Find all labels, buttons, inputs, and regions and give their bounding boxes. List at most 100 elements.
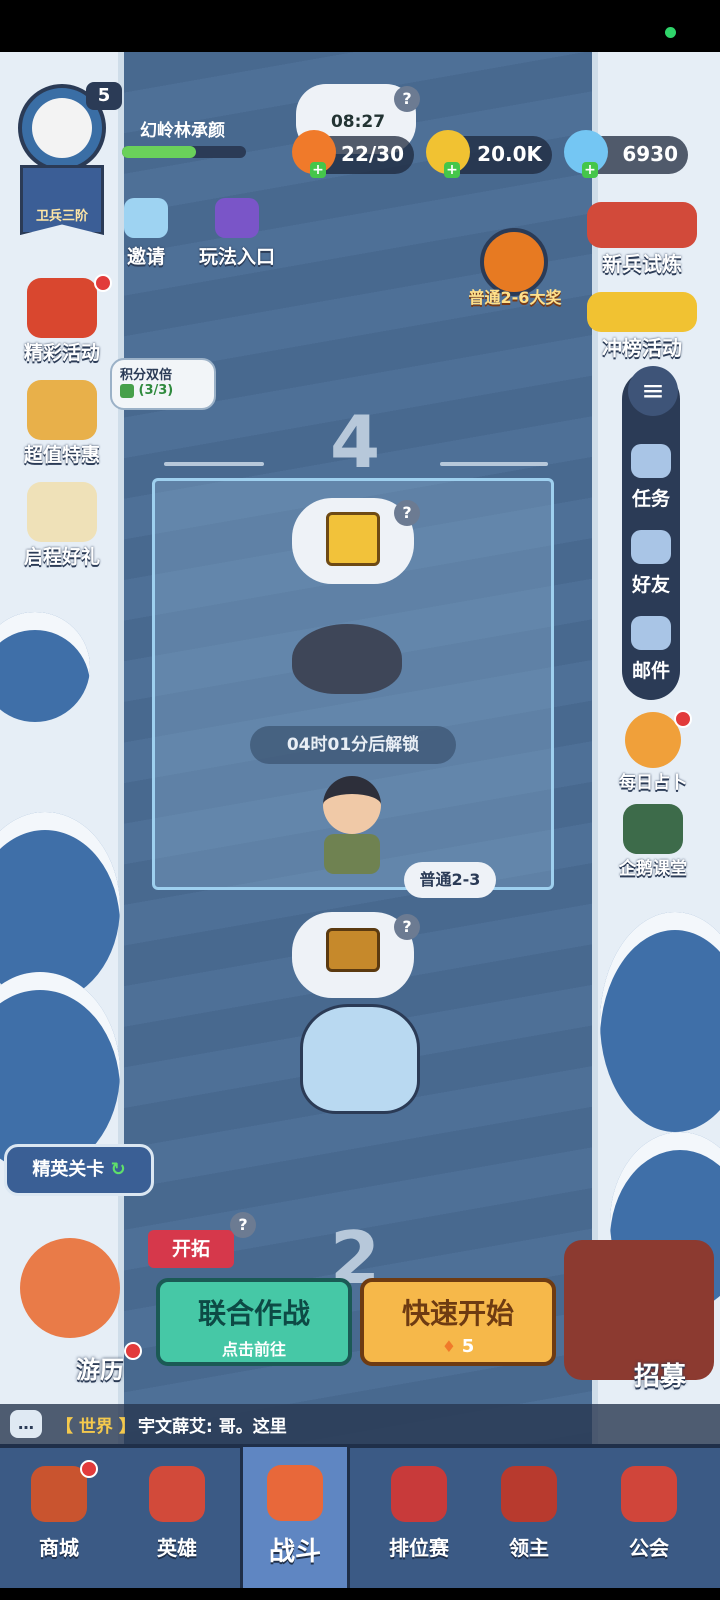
friends-button[interactable]: 好友	[622, 530, 680, 597]
rank-banner[interactable]	[20, 165, 104, 235]
grand-prize-label: 普通2-6大奖	[468, 288, 562, 307]
notification-dot	[80, 1460, 98, 1478]
notification-dot	[124, 1342, 142, 1360]
current-stage-tag: 普通2-3	[404, 862, 496, 898]
nav-battle[interactable]: 战斗	[240, 1444, 350, 1600]
world-chat-bar[interactable]: … 【 世界 】 宇文薛艾: 哥。这里	[0, 1404, 720, 1444]
points-double-bubble[interactable]: 积分双倍 (3/3)	[110, 358, 216, 410]
recruit-trial-button[interactable]: 新兵试炼	[582, 202, 702, 277]
camera-indicator-dot	[665, 27, 676, 38]
stage-number: 4	[329, 400, 381, 484]
recruit-trial-label: 新兵试炼	[602, 252, 682, 276]
stamina-counter[interactable]: + 22/30	[292, 130, 414, 178]
deals-label: 超值特惠	[23, 444, 100, 466]
help-icon[interactable]: ?	[394, 914, 420, 940]
friends-icon	[631, 530, 671, 564]
rank-event-button[interactable]: 冲榜活动	[582, 292, 702, 361]
nav-heroes[interactable]: 英雄	[118, 1448, 236, 1600]
notification-dot	[674, 710, 692, 728]
points-double-title: 积分双倍	[120, 368, 173, 383]
divider	[164, 462, 264, 466]
envelope-icon	[631, 616, 671, 650]
gold-value: 20.0K	[477, 142, 542, 166]
nav-lord[interactable]: 领主	[470, 1448, 588, 1600]
notification-dot	[94, 274, 112, 292]
nav-label: 战斗	[268, 1537, 321, 1567]
help-icon[interactable]: ?	[394, 86, 420, 112]
help-icon[interactable]: ?	[230, 1212, 256, 1238]
mail-button[interactable]: 邮件	[622, 616, 680, 683]
nav-shop[interactable]: 商城	[0, 1448, 118, 1600]
invite-label: 邀请	[126, 246, 165, 268]
events-button[interactable]: 精彩活动	[14, 278, 110, 365]
gold-counter[interactable]: + 20.0K	[426, 130, 552, 178]
menu-icon[interactable]: ≡	[628, 366, 678, 416]
blackboard-icon	[623, 804, 683, 854]
quick-start-cost: 5	[461, 1336, 475, 1357]
lion-balloon-icon[interactable]	[20, 1238, 120, 1338]
starter-gift-button[interactable]: 启程好礼	[14, 482, 110, 569]
events-label: 精彩活动	[23, 342, 100, 364]
coop-battle-button[interactable]: 联合作战 点击前往	[156, 1278, 352, 1366]
gem-value: 6930	[622, 142, 678, 166]
nav-label: 公会	[629, 1536, 669, 1560]
hero-body-icon	[324, 834, 380, 874]
hero-character	[318, 776, 386, 876]
yeti-boss-icon	[300, 1004, 420, 1114]
elite-stage-label: 精英关卡	[32, 1159, 105, 1180]
nav-label: 领主	[509, 1536, 549, 1560]
help-icon[interactable]: ?	[394, 500, 420, 526]
knot-icon	[391, 1466, 447, 1522]
unlock-countdown: 04时01分后解锁	[250, 726, 456, 764]
soldier-portrait-icon	[587, 202, 697, 248]
chat-bubble-icon[interactable]: …	[10, 1410, 42, 1438]
penguin-class-button[interactable]: 企鹅课堂	[606, 804, 700, 879]
coop-subtitle: 点击前往	[221, 1340, 286, 1359]
daily-fortune-label: 每日占卜	[619, 773, 687, 793]
status-bar	[0, 0, 720, 52]
recruit-label: 招募	[633, 1362, 686, 1392]
nav-label: 英雄	[157, 1536, 197, 1560]
checklist-icon	[631, 444, 671, 478]
drum-gift-icon	[27, 380, 97, 440]
add-icon[interactable]: +	[444, 162, 460, 178]
chat-message: 宇文薛艾: 哥。这里	[138, 1417, 287, 1437]
add-icon[interactable]: +	[310, 162, 326, 178]
gameplay-entry-button[interactable]: 玩法入口	[192, 198, 282, 269]
chat-channel: 【 世界 】	[56, 1417, 136, 1437]
red-envelope-icon	[27, 278, 97, 338]
stamina-value: 22/30	[341, 142, 404, 166]
treasure-chest-icon	[326, 928, 380, 972]
nav-label: 排位赛	[389, 1536, 449, 1560]
mail-label: 邮件	[631, 660, 670, 682]
invite-button[interactable]: 邀请	[118, 198, 174, 269]
hero-head-icon	[323, 776, 381, 834]
tasks-button[interactable]: 任务	[622, 444, 680, 511]
explore-tag: 开拓	[148, 1230, 234, 1268]
nav-ranked[interactable]: 排位赛	[360, 1448, 478, 1600]
griffin-icon	[27, 482, 97, 542]
scroll-icon	[501, 1466, 557, 1522]
penguin-add-icon	[124, 198, 168, 238]
deals-button[interactable]: 超值特惠	[14, 380, 110, 467]
crow-enemy-icon	[292, 624, 402, 694]
shop-chest-icon	[31, 1466, 87, 1522]
nav-label: 商城	[39, 1536, 79, 1560]
coop-title: 联合作战	[197, 1297, 310, 1330]
chest-timer: 08:27	[330, 112, 386, 132]
palace-icon	[621, 1466, 677, 1522]
nav-guild[interactable]: 公会	[590, 1448, 708, 1600]
rank-label: 卫兵三阶	[35, 209, 88, 224]
player-level-badge: 5	[86, 82, 122, 110]
starter-gift-label: 启程好礼	[23, 546, 100, 568]
rank-event-label: 冲榜活动	[602, 336, 682, 360]
quick-start-title: 快速开始	[401, 1297, 514, 1330]
elite-stage-button[interactable]: 精英关卡 ↻	[4, 1144, 154, 1196]
gem-counter[interactable]: + 6930	[564, 130, 688, 178]
crystal-ball-icon	[625, 712, 681, 768]
penguin-class-label: 企鹅课堂	[619, 859, 687, 879]
quick-start-button[interactable]: 快速开始 ♦ 5	[360, 1278, 556, 1366]
bottom-nav: 商城 英雄 战斗 排位赛 领主 公会	[0, 1444, 720, 1600]
crown-icon	[587, 292, 697, 332]
add-icon[interactable]: +	[582, 162, 598, 178]
